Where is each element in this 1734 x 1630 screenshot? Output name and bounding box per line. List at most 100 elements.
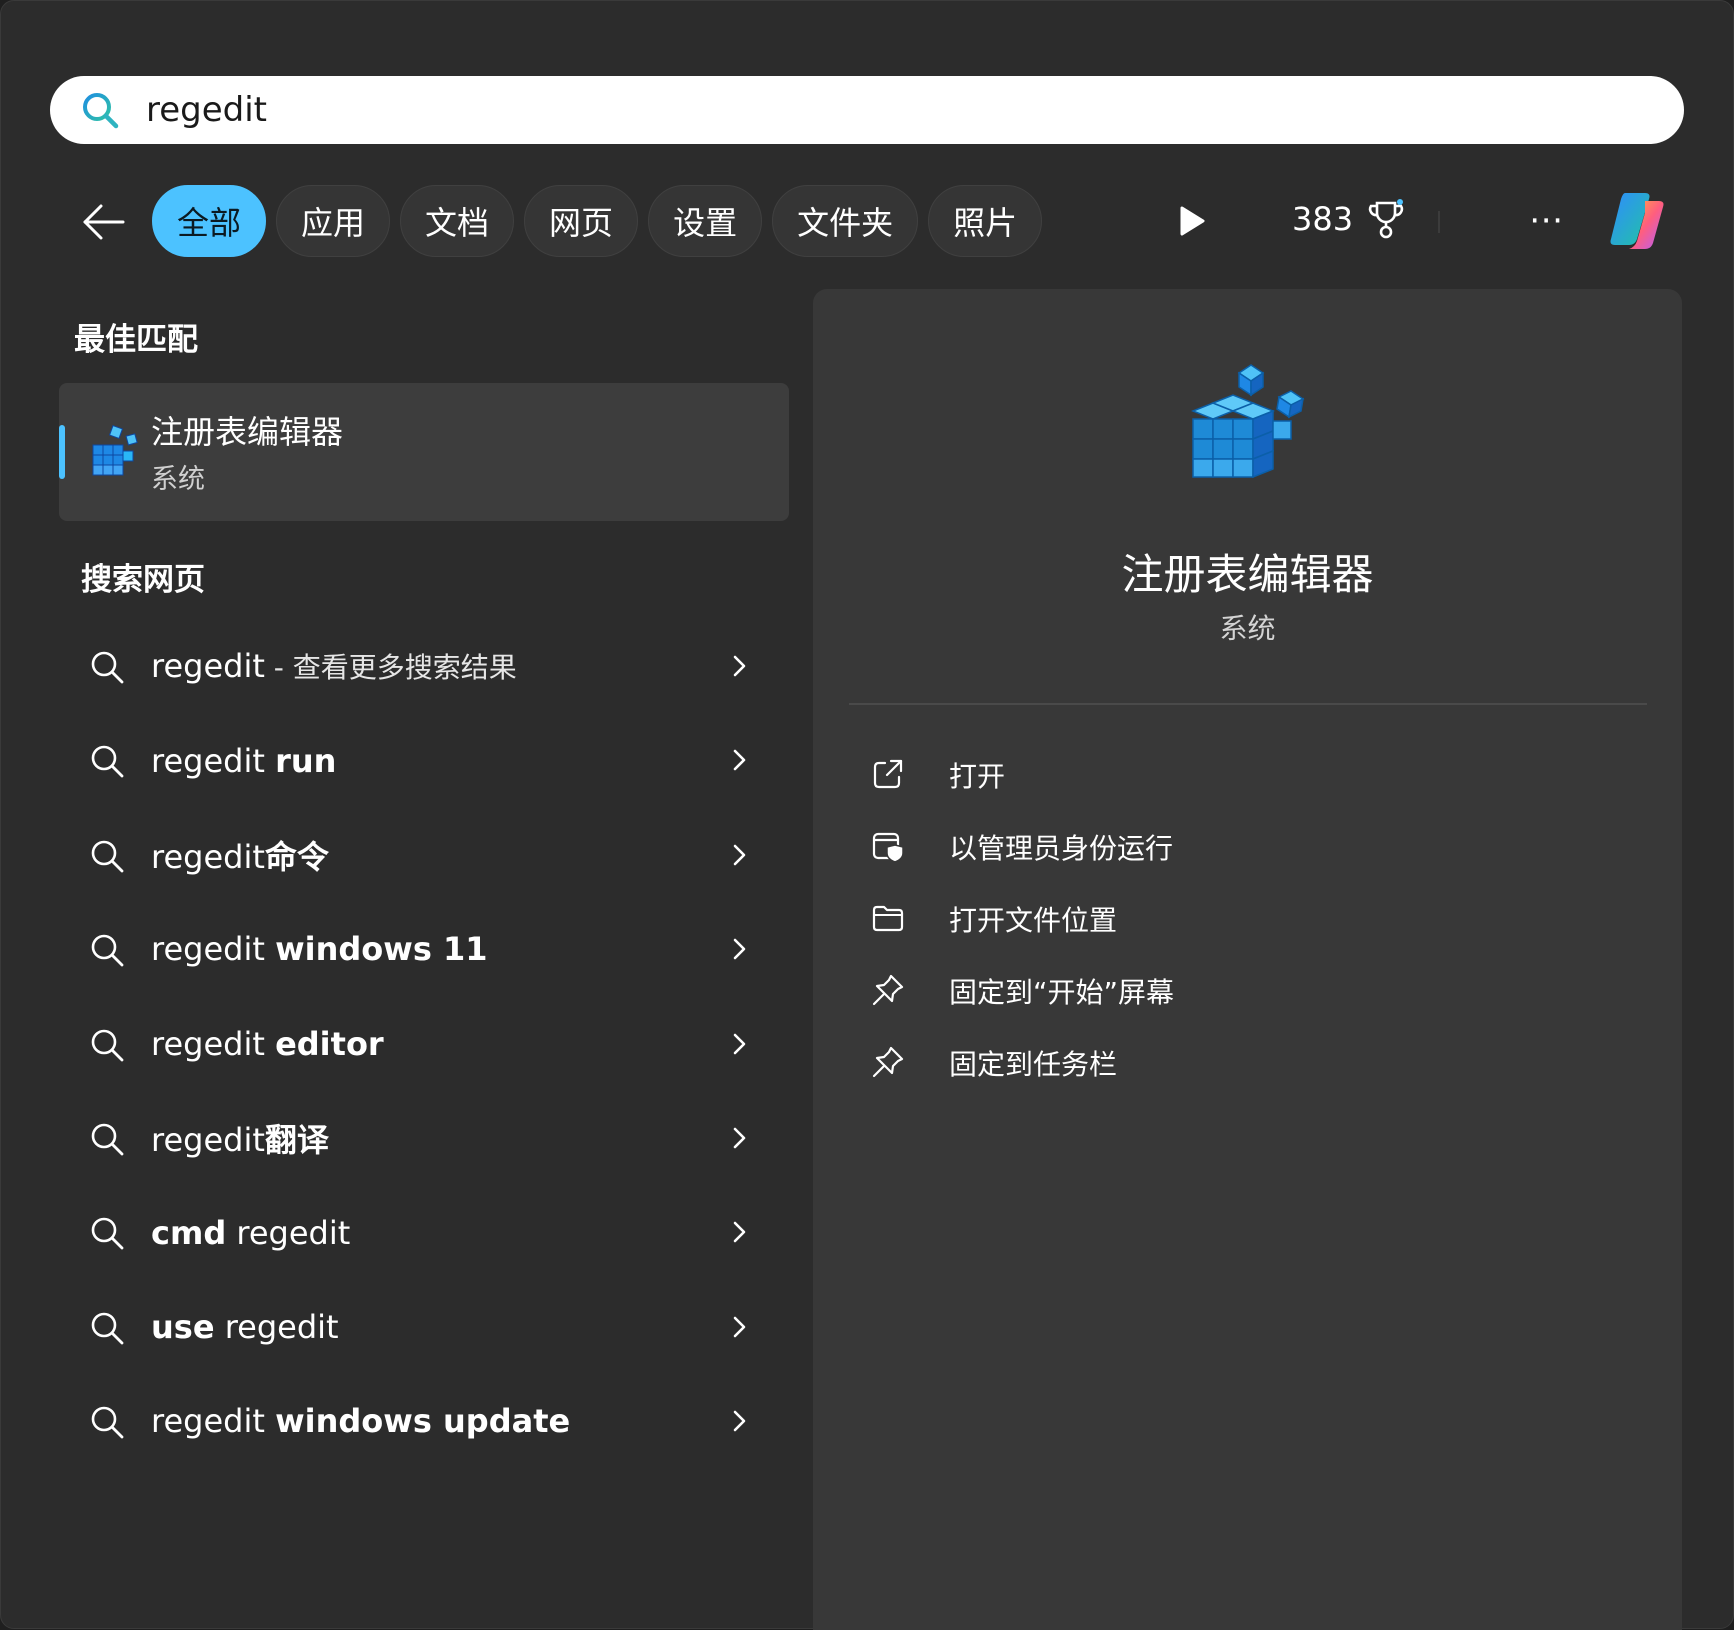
chevron-right-icon (733, 1222, 746, 1243)
action-open-file-location[interactable]: 打开文件位置 (871, 885, 1631, 957)
selection-indicator (59, 425, 65, 479)
web-search-result-text: regedit windows 11 (151, 930, 488, 968)
search-icon (91, 746, 124, 778)
action-run-as-admin[interactable]: 以管理员身份运行 (871, 813, 1631, 885)
arrow-left-icon[interactable] (81, 199, 127, 245)
toolbar-separator (1438, 211, 1440, 233)
result-bold: cmd (151, 1213, 227, 1252)
action-pin-to-start[interactable]: 固定到“开始”屏幕 (871, 957, 1631, 1029)
web-search-result[interactable]: regedit run (59, 713, 789, 807)
result-bold: windows update (275, 1402, 571, 1441)
web-search-result[interactable]: cmd regedit (59, 1185, 789, 1279)
result-prefix: regedit (151, 1402, 276, 1441)
web-search-result-text: regedit - 查看更多搜索结果 (151, 646, 517, 686)
result-prefix: regedit (151, 1121, 265, 1160)
chevron-right-icon (733, 750, 746, 771)
folder-icon (872, 905, 904, 932)
action-label: 固定到任务栏 (949, 1048, 1118, 1081)
search-icon (91, 1406, 124, 1439)
search-icon (83, 93, 119, 129)
action-label: 打开 (949, 760, 1006, 793)
search-panel: 全部 应用 文档 网页 设置 文件夹 照片 383 ⋯ (0, 0, 1734, 1630)
open-external-icon (873, 759, 903, 789)
chevron-right-icon (733, 1410, 746, 1432)
play-icon[interactable] (1177, 205, 1207, 237)
copilot-icon[interactable] (1603, 187, 1671, 255)
registry-editor-icon (1190, 364, 1305, 479)
tab-documents[interactable]: 文档 (400, 185, 515, 257)
result-prefix: regedit (151, 930, 276, 969)
chevron-right-icon (733, 1033, 746, 1054)
filter-tabs: 全部 应用 文档 网页 设置 文件夹 照片 (152, 185, 1043, 257)
action-label: 固定到“开始”屏幕 (949, 976, 1175, 1009)
web-search-result[interactable]: regedit - 查看更多搜索结果 (59, 619, 789, 713)
result-suffix: - 查看更多搜索结果 (264, 651, 517, 685)
web-search-result-text: use regedit (151, 1308, 339, 1346)
web-search-result[interactable]: regedit命令 (59, 808, 789, 902)
search-icon (91, 1218, 124, 1250)
search-icon (91, 1123, 124, 1156)
detail-title: 注册表编辑器 (1121, 550, 1374, 599)
result-bold: use (151, 1307, 215, 1346)
detail-divider (849, 703, 1647, 705)
web-search-result-text: regedit editor (151, 1025, 384, 1063)
action-open[interactable]: 打开 (871, 741, 1631, 813)
web-search-results: regedit - 查看更多搜索结果 regedit run regedit命令 re… (59, 619, 789, 1469)
search-input[interactable] (146, 86, 1646, 134)
best-match-item[interactable]: 注册表编辑器 系统 (59, 383, 789, 521)
tab-settings[interactable]: 设置 (648, 185, 763, 257)
search-icon (91, 1312, 124, 1345)
rewards-points-value: 383 (1292, 200, 1354, 238)
result-suffix: regedit (214, 1307, 339, 1346)
search-box[interactable] (50, 76, 1684, 144)
search-icon (91, 934, 124, 967)
result-prefix: regedit (151, 837, 265, 876)
chevron-right-icon (733, 655, 746, 677)
web-search-result[interactable]: regedit windows update (59, 1374, 789, 1468)
web-search-result-text: regedit run (151, 742, 336, 780)
result-bold: windows 11 (275, 930, 488, 969)
pin-icon (872, 974, 904, 1006)
web-search-result-text: regedit windows update (151, 1402, 570, 1440)
result-suffix: regedit (226, 1213, 351, 1252)
action-label: 以管理员身份运行 (949, 832, 1174, 865)
chevron-right-icon (733, 938, 746, 960)
chevron-right-icon (733, 1316, 746, 1338)
detail-pane: 注册表编辑器 系统 打开 以管理员身份运行 打开文件位置 固定到“开始”屏幕 固… (813, 289, 1682, 1630)
result-prefix: regedit (151, 647, 265, 686)
run-as-admin-shield-icon (872, 832, 904, 863)
web-search-result[interactable]: regedit editor (59, 997, 789, 1091)
web-search-result-text: cmd regedit (151, 1214, 350, 1252)
result-prefix: regedit (151, 741, 276, 780)
chevron-right-icon (733, 844, 746, 866)
detail-actions: 打开 以管理员身份运行 打开文件位置 固定到“开始”屏幕 固定到任务栏 (871, 741, 1631, 1101)
result-prefix: regedit (151, 1024, 276, 1063)
result-bold: run (275, 741, 337, 780)
trophy-icon (1368, 199, 1404, 239)
more-icon[interactable]: ⋯ (1529, 203, 1565, 237)
registry-editor-icon (92, 424, 138, 476)
result-bold: 命令 (264, 837, 329, 876)
web-search-result[interactable]: use regedit (59, 1280, 789, 1374)
search-icon (91, 1029, 124, 1061)
web-search-result-text: regedit翻译 (151, 1115, 329, 1161)
best-match-subtitle: 系统 (151, 464, 205, 495)
result-bold: editor (275, 1024, 384, 1063)
web-search-result[interactable]: regedit翻译 (59, 1091, 789, 1185)
web-search-heading: 搜索网页 (81, 562, 205, 598)
rewards-points[interactable]: 383 (1292, 199, 1405, 239)
tab-all[interactable]: 全部 (152, 185, 267, 257)
result-bold: 翻译 (264, 1121, 329, 1160)
web-search-result[interactable]: regedit windows 11 (59, 902, 789, 996)
chevron-right-icon (733, 1127, 746, 1149)
web-search-result-text: regedit命令 (151, 832, 329, 878)
action-label: 打开文件位置 (949, 904, 1118, 937)
search-icon (91, 840, 124, 873)
action-pin-to-taskbar[interactable]: 固定到任务栏 (871, 1029, 1631, 1101)
best-match-title: 注册表编辑器 (151, 413, 344, 451)
tab-apps[interactable]: 应用 (276, 185, 391, 257)
pin-icon (872, 1046, 904, 1078)
tab-web[interactable]: 网页 (524, 185, 639, 257)
tab-photos[interactable]: 照片 (928, 185, 1043, 257)
tab-folders[interactable]: 文件夹 (772, 185, 919, 257)
